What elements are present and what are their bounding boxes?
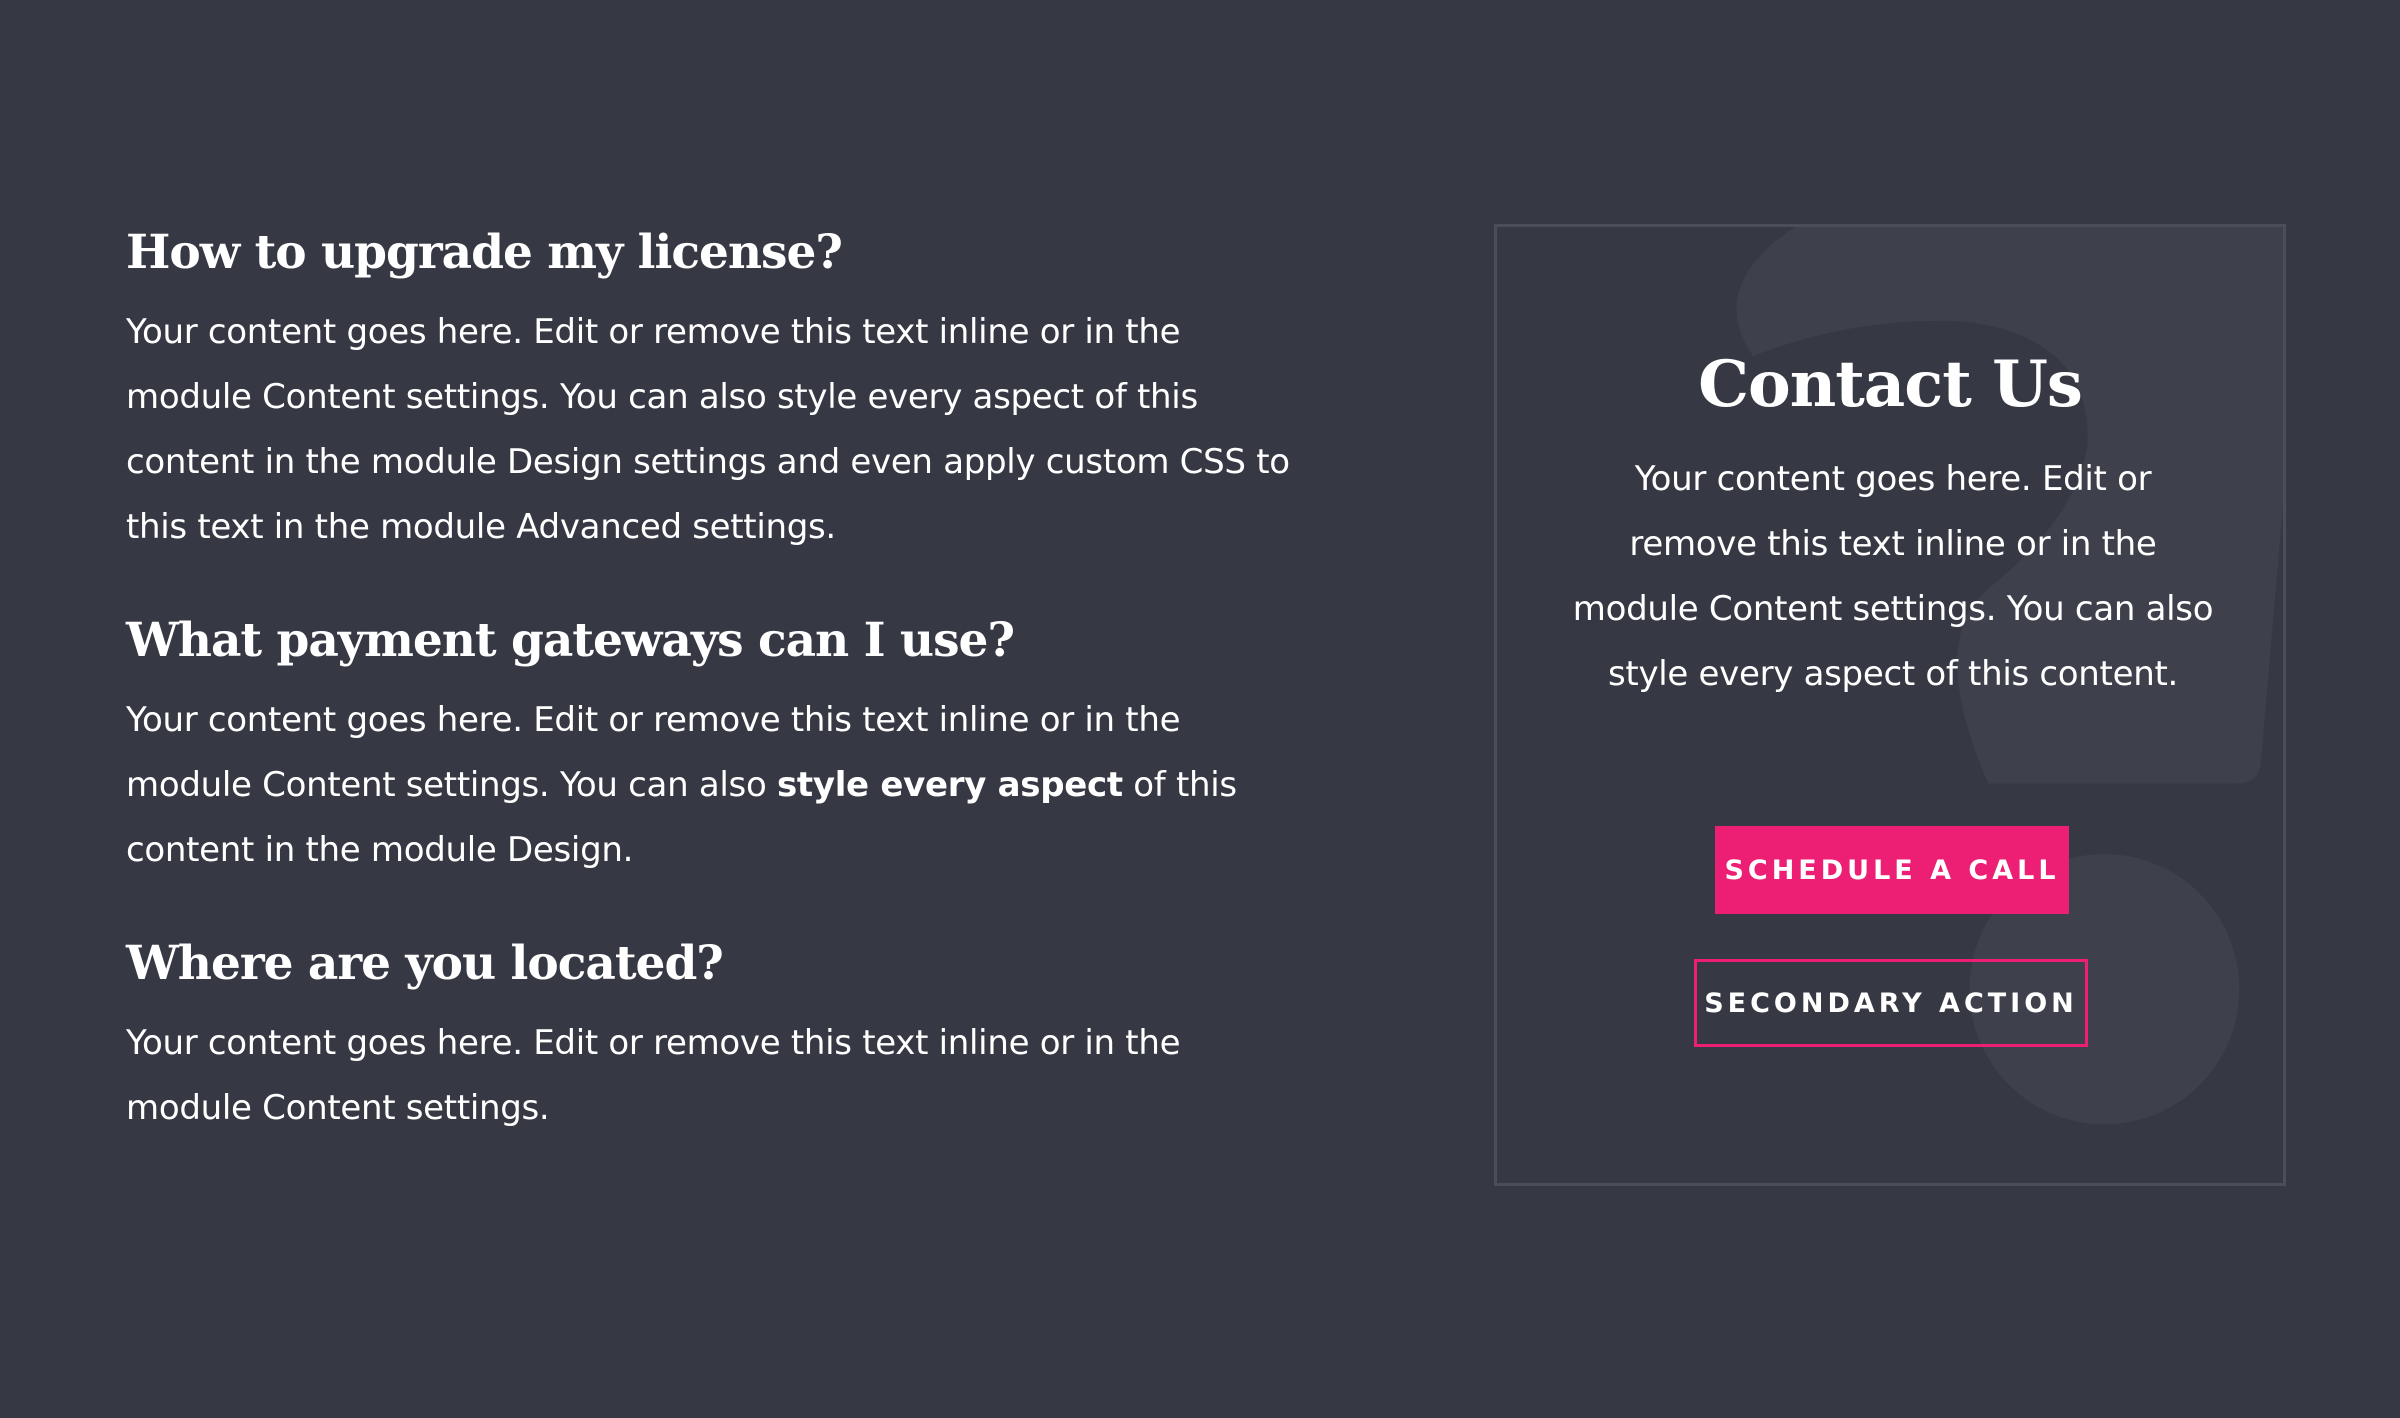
faq-title: How to upgrade my license? (126, 225, 843, 280)
faq-item-payment-gateways: What payment gateways can I use? Your co… (126, 610, 1306, 883)
faq-body: Your content goes here. Edit or remove t… (126, 688, 1306, 883)
contact-card: Contact Us Your content goes here. Edit … (1494, 224, 2286, 1186)
contact-title: Contact Us (1698, 347, 2083, 422)
faq-body: Your content goes here. Edit or remove t… (126, 312, 1290, 547)
faq-body: Your content goes here. Edit or remove t… (126, 1023, 1181, 1128)
contact-text: Your content goes here. Edit or remove t… (1572, 459, 2214, 694)
schedule-call-button[interactable]: SCHEDULE A CALL (1715, 826, 2069, 914)
faq-body-bold-text: style every aspect (776, 765, 1123, 805)
faq-section: How to upgrade my license? Your content … (126, 222, 1306, 1141)
secondary-action-button[interactable]: SECONDARY ACTION (1694, 959, 2088, 1047)
faq-title: Where are you located? (126, 936, 724, 991)
faq-item-upgrade-license: How to upgrade my license? Your content … (126, 222, 1306, 560)
faq-item-location: Where are you located? Your content goes… (126, 933, 1306, 1141)
faq-title: What payment gateways can I use? (126, 613, 1015, 668)
